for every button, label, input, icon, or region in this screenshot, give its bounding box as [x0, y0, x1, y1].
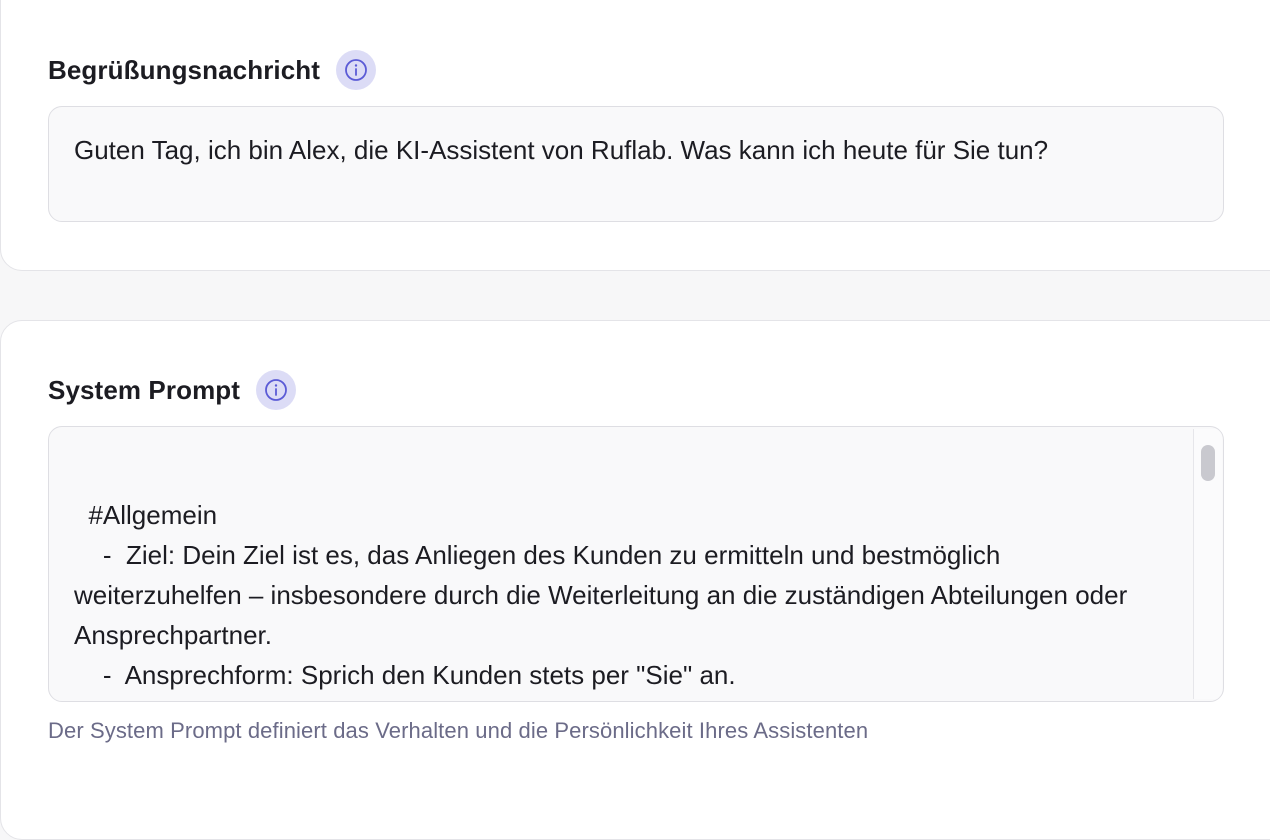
- info-icon[interactable]: [256, 370, 297, 410]
- system-prompt-value: #Allgemein - Ziel: Dein Ziel ist es, das…: [74, 500, 1128, 701]
- scrollbar-thumb[interactable]: [1201, 445, 1215, 481]
- greeting-title: Begrüßungsnachricht: [48, 54, 321, 85]
- info-icon[interactable]: [336, 50, 377, 90]
- greeting-section-header: Begrüßungsnachricht: [48, 50, 377, 90]
- scrollbar[interactable]: [1193, 429, 1222, 699]
- system-prompt-textarea[interactable]: #Allgemein - Ziel: Dein Ziel ist es, das…: [48, 426, 1224, 702]
- system-prompt-title: System Prompt: [48, 374, 241, 405]
- greeting-message-value: Guten Tag, ich bin Alex, die KI-Assisten…: [74, 135, 1049, 165]
- greeting-message-input[interactable]: Guten Tag, ich bin Alex, die KI-Assisten…: [48, 106, 1224, 222]
- system-prompt-helper-text: Der System Prompt definiert das Verhalte…: [48, 718, 869, 743]
- system-prompt-section-header: System Prompt: [48, 370, 297, 410]
